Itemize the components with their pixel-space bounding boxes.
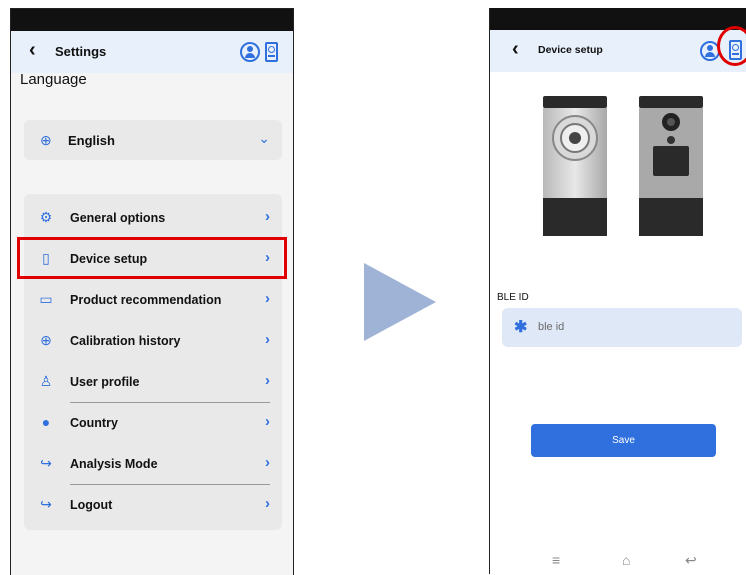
page-title: Device setup [538, 44, 603, 56]
chevron-right-icon: › [265, 331, 270, 348]
device-front-image [543, 96, 607, 236]
menu-item-label: Country [70, 416, 118, 430]
menu-item-label: Analysis Mode [70, 457, 158, 471]
menu-item-logout[interactable]: ↪ Logout › [24, 485, 282, 525]
bluetooth-icon: ✱ [514, 319, 528, 336]
transition-arrow-icon [364, 263, 436, 341]
back-button[interactable]: ‹ [512, 38, 519, 61]
ble-id-placeholder: ble id [538, 321, 565, 333]
menu-item-label: Product recommendation [70, 293, 222, 307]
menu-icon[interactable]: ≡ [552, 552, 560, 568]
mode-icon: ↪ [40, 455, 52, 471]
language-value: English [68, 133, 115, 148]
device-icon[interactable] [265, 42, 278, 62]
menu-item-label: Logout [70, 498, 113, 512]
device-back-image [639, 96, 703, 236]
globe-icon: ● [41, 414, 51, 430]
language-heading: Language [20, 71, 87, 88]
menu-item-user-profile[interactable]: ♙ User profile › [24, 362, 282, 402]
globe-icon: ⊕ [40, 132, 52, 148]
ble-id-field[interactable]: ✱ ble id [502, 308, 742, 347]
chevron-down-icon: ⌄ [258, 130, 270, 146]
calibration-icon: ⊕ [40, 332, 52, 348]
user-icon[interactable] [240, 42, 260, 62]
settings-header: ‹ Settings [11, 31, 293, 73]
menu-item-label: Calibration history [70, 334, 181, 348]
chevron-right-icon: › [265, 495, 270, 512]
ble-id-label: BLE ID [497, 292, 529, 303]
menu-item-label: User profile [70, 375, 140, 389]
menu-item-product-recommendation[interactable]: ▭ Product recommendation › [24, 280, 282, 320]
status-bar [11, 9, 293, 31]
back-button[interactable]: ‹ [29, 39, 36, 62]
home-icon[interactable]: ⌂ [622, 552, 630, 568]
user-icon: ♙ [39, 373, 53, 389]
settings-icon: ⚙ [39, 209, 53, 225]
chevron-right-icon: › [265, 454, 270, 471]
menu-item-calibration-history[interactable]: ⊕ Calibration history › [24, 321, 282, 361]
device-setup-screen: ‹ Device setup [489, 8, 746, 574]
chevron-right-icon: › [265, 208, 270, 225]
back-nav-icon[interactable]: ↩ [685, 552, 697, 569]
logout-icon: ↪ [40, 496, 52, 512]
menu-item-general-options[interactable]: ⚙ General options › [24, 198, 282, 238]
device-setup-header: ‹ Device setup [490, 30, 746, 72]
chevron-right-icon: › [265, 372, 270, 389]
device-icon-highlight [717, 26, 746, 66]
language-select[interactable]: ⊕ English ⌄ [24, 120, 282, 160]
chevron-right-icon: › [265, 290, 270, 307]
menu-item-analysis-mode[interactable]: ↪ Analysis Mode › [24, 444, 282, 484]
page-title: Settings [55, 44, 107, 59]
menu-item-label: General options [70, 211, 166, 225]
device-setup-highlight [17, 237, 287, 279]
save-button[interactable]: Save [531, 424, 716, 457]
product-icon: ▭ [39, 291, 53, 307]
menu-item-country[interactable]: ● Country › [24, 403, 282, 443]
chevron-right-icon: › [265, 413, 270, 430]
status-bar [490, 8, 746, 30]
